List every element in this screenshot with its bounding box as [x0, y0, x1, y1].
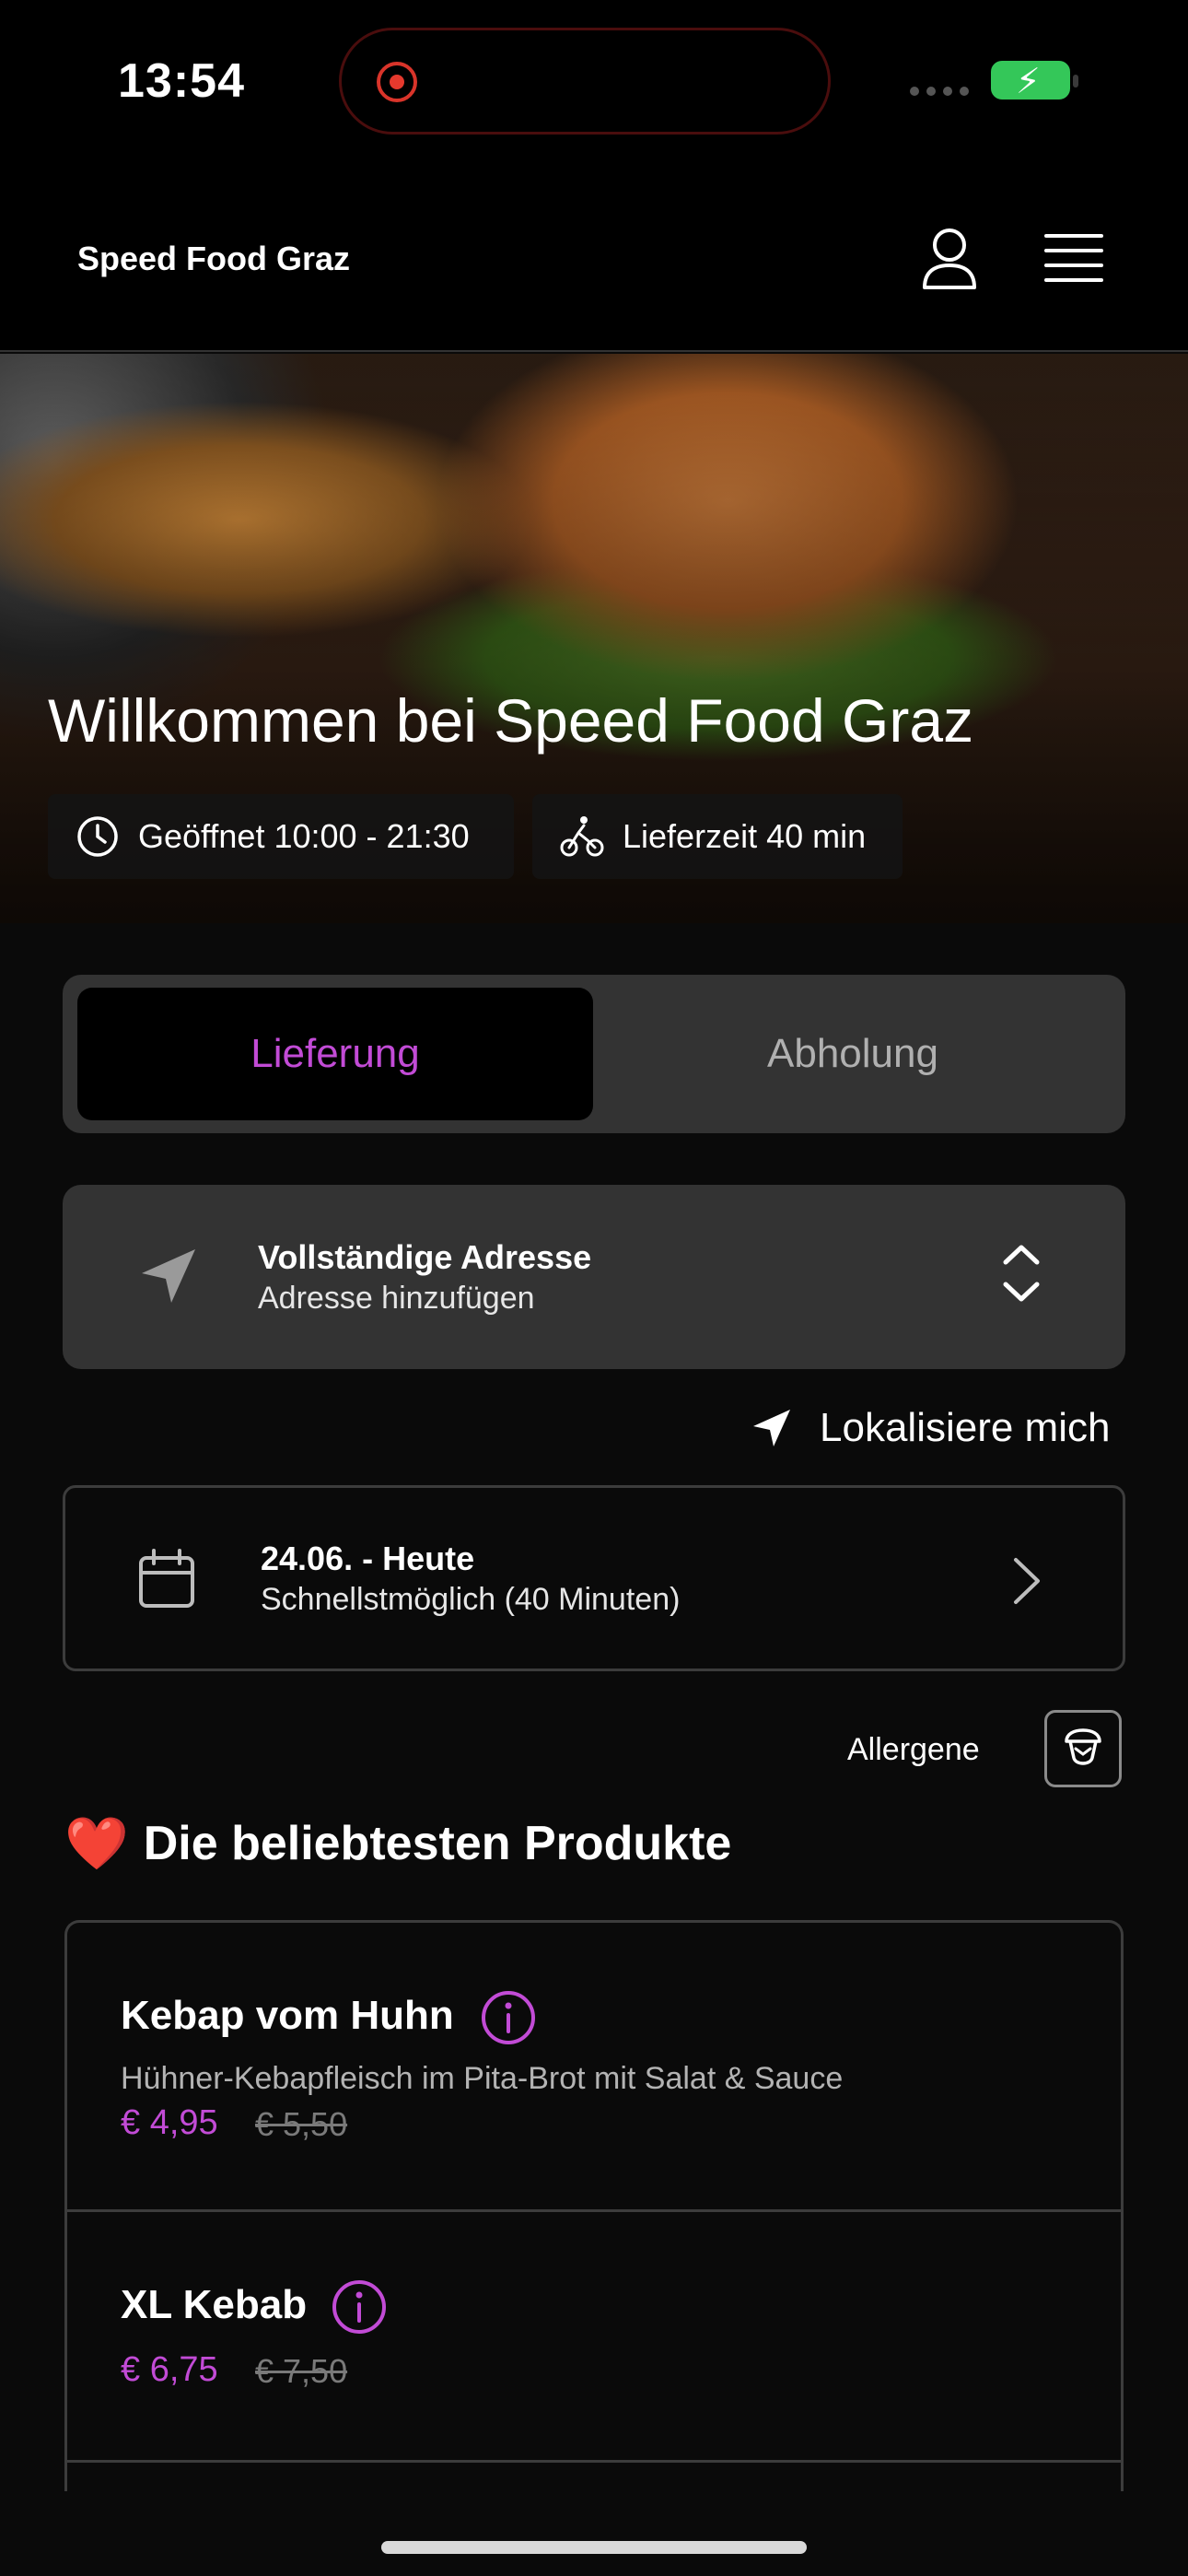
product-price: € 6,75 [121, 2350, 218, 2389]
user-icon[interactable] [921, 227, 978, 291]
hamburger-menu-icon[interactable] [1044, 232, 1103, 284]
battery-charging-icon: ⚡ [991, 61, 1078, 100]
hero-banner: Willkommen bei Speed Food Graz Geöffnet … [0, 354, 1188, 923]
delivery-time-text: Lieferzeit 40 min [623, 817, 867, 855]
tab-abholung[interactable]: Abholung [593, 988, 1112, 1120]
status-bar: 13:54 ⚡ [0, 0, 1188, 166]
info-icon[interactable] [331, 2278, 388, 2336]
delivery-time-option: Schnellstmöglich (40 Minuten) [261, 1582, 681, 1617]
heart-icon: ❤️ [64, 1814, 129, 1874]
bicycle-courier-icon [560, 816, 604, 857]
opening-hours-text: Geöffnet 10:00 - 21:30 [138, 817, 470, 855]
product-name: XL Kebab [121, 2282, 308, 2327]
allergens-label: Allergene [847, 1732, 980, 1767]
address-subtitle: Adresse hinzufügen [258, 1281, 535, 1316]
section-title: ❤️ Die beliebtesten Produkte [64, 1813, 731, 1874]
product-price: € 4,95 [121, 2103, 218, 2142]
info-icon[interactable] [480, 1989, 537, 2046]
calendar-icon [139, 1549, 194, 1608]
status-time: 13:54 [118, 54, 245, 108]
delivery-time-selector[interactable]: 24.06. - Heute Schnellstmöglich (40 Minu… [63, 1485, 1125, 1671]
product-description: Hühner-Kebapfleisch im Pita-Brot mit Sal… [121, 2061, 844, 2096]
recording-indicator-icon [377, 62, 417, 102]
list-item[interactable]: Kebap vom Huhn Hühner-Kebapfleisch im Pi… [67, 1923, 1121, 2212]
product-name: Kebap vom Huhn [121, 1993, 454, 2038]
section-title-text: Die beliebtesten Produkte [143, 1817, 732, 1870]
allergens-button[interactable] [1044, 1710, 1122, 1787]
home-indicator[interactable] [381, 2541, 807, 2554]
signal-icon [910, 87, 969, 96]
dynamic-island [339, 28, 831, 135]
address-title: Vollständige Adresse [258, 1238, 592, 1276]
locate-me-button[interactable]: Lokalisiere mich [750, 1402, 1110, 1454]
brand-name[interactable]: Speed Food Graz [77, 240, 350, 278]
delivery-time-badge: Lieferzeit 40 min [532, 794, 903, 879]
address-selector[interactable]: Vollständige Adresse Adresse hinzufügen [63, 1185, 1125, 1369]
chevron-up-down-icon [1003, 1245, 1040, 1302]
locate-me-label: Lokalisiere mich [820, 1405, 1111, 1450]
app-header: Speed Food Graz [0, 166, 1188, 352]
product-list: Kebap vom Huhn Hühner-Kebapfleisch im Pi… [64, 1920, 1124, 2491]
hero-title: Willkommen bei Speed Food Graz [48, 686, 974, 755]
location-arrow-icon [142, 1249, 195, 1303]
list-item[interactable]: XL Kebab € 6,75 € 7,50 [67, 2212, 1121, 2463]
opening-hours-badge: Geöffnet 10:00 - 21:30 [48, 794, 514, 879]
product-old-price: € 7,50 [255, 2352, 348, 2390]
tab-lieferung[interactable]: Lieferung [77, 988, 593, 1120]
clock-icon [77, 816, 118, 857]
chevron-right-icon [1014, 1558, 1040, 1604]
location-arrow-icon [753, 1410, 790, 1446]
delivery-date: 24.06. - Heute [261, 1540, 475, 1577]
order-mode-toggle: Lieferung Abholung [63, 975, 1125, 1133]
acorn-allergen-icon [1065, 1728, 1101, 1765]
product-old-price: € 5,50 [255, 2105, 348, 2143]
